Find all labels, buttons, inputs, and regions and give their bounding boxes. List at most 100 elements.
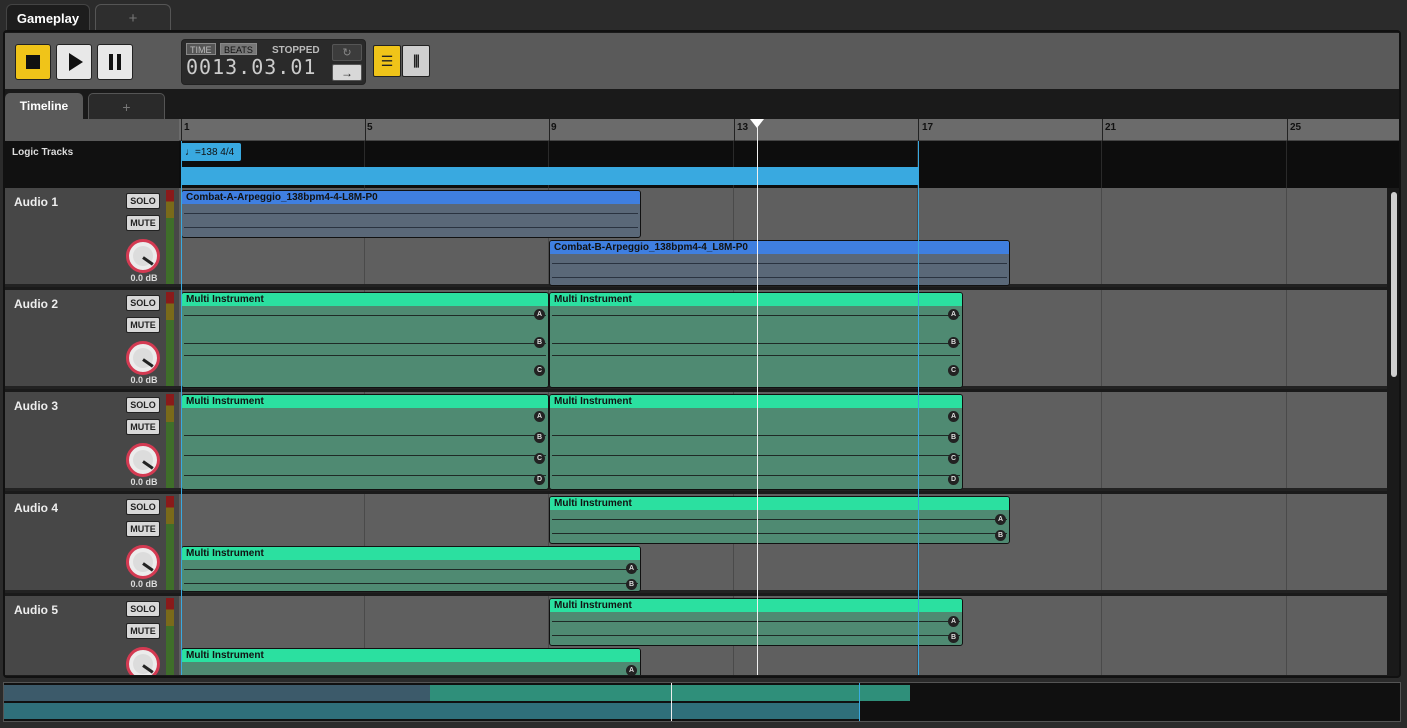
- channel-badge: C: [948, 365, 959, 376]
- mute-button[interactable]: MUTE: [126, 521, 160, 537]
- volume-readout: 0.0 dB: [130, 375, 158, 385]
- channel-badge: A: [995, 514, 1006, 525]
- channel-badge: C: [534, 453, 545, 464]
- overview-region: [4, 703, 859, 719]
- multi-instrument-clip[interactable]: Multi Instrument A: [181, 648, 641, 675]
- audio-clip[interactable]: Combat-A-Arpeggio_138bpm4-4-L8M-P0: [181, 190, 641, 238]
- mute-button[interactable]: MUTE: [126, 215, 160, 231]
- loop-start-line: [181, 141, 182, 675]
- loop-region[interactable]: [181, 167, 918, 185]
- overview-loop-end: [859, 683, 860, 721]
- channel-badge: B: [995, 530, 1006, 541]
- mute-button[interactable]: MUTE: [126, 419, 160, 435]
- stop-button[interactable]: [15, 44, 51, 80]
- transport-bar: TIME BEATS STOPPED 0013.03.01 ↻ → ☰ ⫼: [5, 33, 1399, 89]
- loop-button[interactable]: ↻: [332, 44, 362, 61]
- clip-title: Multi Instrument: [550, 599, 962, 612]
- ruler-mark: 9: [551, 122, 557, 133]
- clip-title: Combat-B-Arpeggio_138bpm4-4_L8M-P0: [550, 241, 1009, 254]
- track-name: Audio 3: [14, 399, 58, 413]
- solo-button[interactable]: SOLO: [126, 397, 160, 413]
- follow-button[interactable]: →: [332, 64, 362, 81]
- volume-readout: 0.0 dB: [130, 579, 158, 589]
- channel-badge: B: [534, 337, 545, 348]
- overview-playhead: [671, 683, 672, 721]
- multi-instrument-clip[interactable]: Multi Instrument A B C: [181, 292, 549, 388]
- multi-instrument-clip[interactable]: Multi Instrument A B C D: [549, 394, 963, 490]
- mute-button[interactable]: MUTE: [126, 623, 160, 639]
- ruler-mark: 25: [1290, 122, 1302, 133]
- level-meter: [166, 496, 174, 590]
- arrow-right-icon: →: [341, 65, 353, 80]
- pause-button[interactable]: [97, 44, 133, 80]
- ruler-mark: 5: [367, 122, 373, 133]
- scrollbar-thumb[interactable]: [1391, 192, 1397, 377]
- solo-button[interactable]: SOLO: [126, 193, 160, 209]
- audio-clip[interactable]: Combat-B-Arpeggio_138bpm4-4_L8M-P0: [549, 240, 1010, 286]
- overview-region: [430, 685, 910, 701]
- channel-badge: A: [948, 616, 959, 627]
- volume-knob[interactable]: [126, 239, 160, 273]
- mixer-icon: ⫼: [413, 52, 420, 69]
- channel-badge: C: [534, 365, 545, 376]
- track-lane-audio-3: Multi Instrument A B C D Multi Instrumen…: [179, 392, 1387, 491]
- clip-title: Multi Instrument: [182, 649, 640, 662]
- clip-title: Multi Instrument: [182, 293, 548, 306]
- play-button[interactable]: [56, 44, 92, 80]
- volume-knob[interactable]: [126, 647, 160, 675]
- loop-icon: ↻: [342, 47, 352, 59]
- time-mode-toggle[interactable]: TIME: [186, 43, 216, 55]
- multi-instrument-clip[interactable]: Multi Instrument A B C D: [181, 394, 549, 490]
- add-tab-button[interactable]: +: [95, 4, 171, 31]
- tab-gameplay[interactable]: Gameplay: [6, 4, 90, 31]
- volume-readout: 0.0 dB: [130, 477, 158, 487]
- multi-instrument-clip[interactable]: Multi Instrument A B: [549, 496, 1010, 544]
- solo-button[interactable]: SOLO: [126, 601, 160, 617]
- list-view-button[interactable]: ☰: [373, 45, 401, 77]
- ruler-mark: 17: [922, 122, 934, 133]
- channel-badge: D: [534, 474, 545, 485]
- track-lane-audio-1: Combat-A-Arpeggio_138bpm4-4-L8M-P0 Comba…: [179, 188, 1387, 287]
- multi-instrument-clip[interactable]: Multi Instrument A B C: [549, 292, 963, 388]
- channel-badge: A: [626, 563, 637, 574]
- overview-region: [4, 685, 430, 701]
- mute-button[interactable]: MUTE: [126, 317, 160, 333]
- clip-title: Multi Instrument: [550, 497, 1009, 510]
- list-icon: ☰: [380, 52, 394, 69]
- solo-button[interactable]: SOLO: [126, 295, 160, 311]
- level-meter: [166, 292, 174, 386]
- level-meter: [166, 190, 174, 284]
- track-name: Audio 5: [14, 603, 58, 617]
- time-display: TIME BEATS STOPPED 0013.03.01 ↻ →: [181, 39, 366, 85]
- channel-badge: A: [626, 665, 637, 675]
- timeline-ruler[interactable]: 1 5 9 13 17 21 25: [179, 119, 1399, 141]
- play-icon: [68, 53, 83, 71]
- track-header-audio-3: Audio 3 SOLO MUTE 0.0 dB: [5, 392, 179, 491]
- channel-badge: B: [534, 432, 545, 443]
- clip-title: Multi Instrument: [550, 395, 962, 408]
- beats-mode-toggle[interactable]: BEATS: [220, 43, 257, 55]
- track-name: Audio 2: [14, 297, 58, 311]
- level-meter: [166, 598, 174, 675]
- clip-title: Multi Instrument: [182, 395, 548, 408]
- tab-timeline[interactable]: Timeline: [5, 93, 83, 119]
- multi-instrument-clip[interactable]: Multi Instrument A B: [549, 598, 963, 646]
- clip-title: Combat-A-Arpeggio_138bpm4-4-L8M-P0: [182, 191, 640, 204]
- timeline-overview[interactable]: [3, 682, 1401, 722]
- add-view-tab-button[interactable]: +: [88, 93, 165, 119]
- multi-instrument-clip[interactable]: Multi Instrument A B: [181, 546, 641, 592]
- channel-badge: A: [534, 411, 545, 422]
- tempo-marker[interactable]: ♩=138 4/4: [181, 143, 241, 161]
- channel-badge: A: [534, 309, 545, 320]
- mixer-view-button[interactable]: ⫼: [402, 45, 430, 77]
- volume-knob[interactable]: [126, 341, 160, 375]
- volume-knob[interactable]: [126, 443, 160, 477]
- track-header-audio-1: Audio 1 SOLO MUTE 0.0 dB: [5, 188, 179, 287]
- logic-tracks-header: Logic Tracks: [5, 141, 179, 188]
- solo-button[interactable]: SOLO: [126, 499, 160, 515]
- ruler-corner: [5, 119, 179, 141]
- clip-title: Multi Instrument: [550, 293, 962, 306]
- track-header-audio-4: Audio 4 SOLO MUTE 0.0 dB: [5, 494, 179, 593]
- volume-knob[interactable]: [126, 545, 160, 579]
- loop-end-line: [918, 141, 919, 675]
